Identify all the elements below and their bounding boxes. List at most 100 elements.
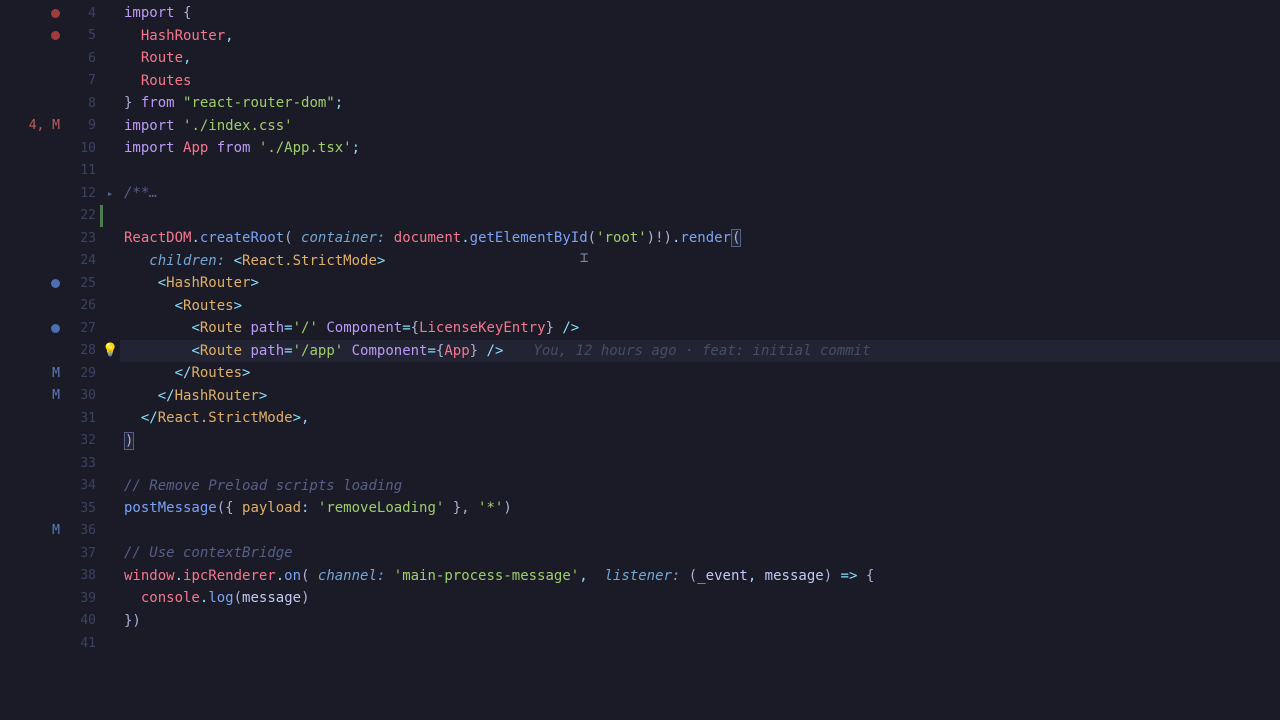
- gutter-row[interactable]: 5: [0, 25, 120, 48]
- code-token: )!: [647, 230, 664, 246]
- code-token: container:: [293, 230, 394, 246]
- code-line[interactable]: postMessage({ payload: 'removeLoading' }…: [120, 497, 1280, 520]
- code-line[interactable]: // Use contextBridge: [120, 542, 1280, 565]
- gutter-row[interactable]: 39: [0, 587, 120, 610]
- gutter-row[interactable]: 12 ▸: [0, 182, 120, 205]
- gutter-row[interactable]: 35: [0, 497, 120, 520]
- code-line[interactable]: </Routes>: [120, 362, 1280, 385]
- code-line[interactable]: Route,: [120, 47, 1280, 70]
- code-line[interactable]: import App from './App.tsx';: [120, 137, 1280, 160]
- fold-column[interactable]: ▸: [100, 187, 120, 200]
- code-area[interactable]: import { HashRouter, Route, Routes} from…: [120, 0, 1280, 720]
- code-line[interactable]: [120, 160, 1280, 183]
- line-number[interactable]: 37: [68, 546, 100, 561]
- code-line[interactable]: HashRouter,: [120, 25, 1280, 48]
- code-editor[interactable]: 456784, M9101112▸22232425262728▶M29M3031…: [0, 0, 1280, 720]
- gutter-row[interactable]: 32: [0, 430, 120, 453]
- line-number[interactable]: 26: [68, 298, 100, 313]
- line-number[interactable]: 22: [68, 208, 100, 223]
- gutter-row[interactable]: 24: [0, 250, 120, 273]
- code-line[interactable]: }): [120, 610, 1280, 633]
- lightbulb-icon[interactable]: 💡: [102, 343, 118, 358]
- gutter-row[interactable]: 22: [0, 205, 120, 228]
- line-number[interactable]: 40: [68, 613, 100, 628]
- gutter-row[interactable]: M36: [0, 520, 120, 543]
- line-number[interactable]: 32: [68, 433, 100, 448]
- gutter-row[interactable]: 33: [0, 452, 120, 475]
- code-token: from: [217, 140, 259, 156]
- line-number[interactable]: 34: [68, 478, 100, 493]
- gutter-row[interactable]: 26: [0, 295, 120, 318]
- line-number[interactable]: 28: [68, 343, 100, 358]
- line-number[interactable]: 5: [68, 28, 100, 43]
- code-line[interactable]: [120, 205, 1280, 228]
- line-number[interactable]: 11: [68, 163, 100, 178]
- code-line[interactable]: children: <React.StrictMode>: [120, 250, 1280, 273]
- error-dot-icon: [51, 31, 60, 40]
- code-line[interactable]: // Remove Preload scripts loading: [120, 475, 1280, 498]
- line-number[interactable]: 10: [68, 141, 100, 156]
- code-line[interactable]: /**…: [120, 182, 1280, 205]
- gutter-row[interactable]: 34: [0, 475, 120, 498]
- gutter-row[interactable]: 6: [0, 47, 120, 70]
- line-number[interactable]: 41: [68, 636, 100, 651]
- code-line[interactable]: import {: [120, 2, 1280, 25]
- line-number[interactable]: 24: [68, 253, 100, 268]
- line-number[interactable]: 9: [68, 118, 100, 133]
- line-number[interactable]: 33: [68, 456, 100, 471]
- line-number[interactable]: 36: [68, 523, 100, 538]
- gutter-row[interactable]: 11: [0, 160, 120, 183]
- line-number[interactable]: 23: [68, 231, 100, 246]
- gutter-row[interactable]: 27: [0, 317, 120, 340]
- code-token: [124, 365, 175, 381]
- line-number[interactable]: 29: [68, 366, 100, 381]
- line-number[interactable]: 7: [68, 73, 100, 88]
- code-line[interactable]: [120, 520, 1280, 543]
- code-line[interactable]: [120, 632, 1280, 655]
- gutter-row[interactable]: 41: [0, 632, 120, 655]
- gutter-row[interactable]: 23: [0, 227, 120, 250]
- code-token: App: [444, 343, 469, 359]
- line-number[interactable]: 35: [68, 501, 100, 516]
- line-number[interactable]: 30: [68, 388, 100, 403]
- code-token: [124, 275, 158, 291]
- code-line[interactable]: } from "react-router-dom";: [120, 92, 1280, 115]
- gutter-row[interactable]: M30: [0, 385, 120, 408]
- gutter-row[interactable]: 4, M9: [0, 115, 120, 138]
- code-line[interactable]: ReactDOM.createRoot( container: document…: [120, 227, 1280, 250]
- gutter-row[interactable]: 4: [0, 2, 120, 25]
- gutter-row[interactable]: 25: [0, 272, 120, 295]
- code-line[interactable]: <HashRouter>: [120, 272, 1280, 295]
- code-line[interactable]: [120, 452, 1280, 475]
- code-line[interactable]: console.log(message): [120, 587, 1280, 610]
- code-line[interactable]: ): [120, 430, 1280, 453]
- gutter-row[interactable]: 10: [0, 137, 120, 160]
- code-line[interactable]: </HashRouter>: [120, 385, 1280, 408]
- line-number[interactable]: 27: [68, 321, 100, 336]
- gutter-row[interactable]: 37: [0, 542, 120, 565]
- code-line[interactable]: window.ipcRenderer.on( channel: 'main-pr…: [120, 565, 1280, 588]
- code-line[interactable]: import './index.css': [120, 115, 1280, 138]
- line-number[interactable]: 6: [68, 51, 100, 66]
- line-number[interactable]: 39: [68, 591, 100, 606]
- gutter-row[interactable]: M29: [0, 362, 120, 385]
- gutter-row[interactable]: 31: [0, 407, 120, 430]
- gutter-row[interactable]: 8: [0, 92, 120, 115]
- line-number[interactable]: 12: [68, 186, 100, 201]
- line-number[interactable]: 38: [68, 568, 100, 583]
- code-line[interactable]: <Routes>: [120, 295, 1280, 318]
- gutter-row[interactable]: 40: [0, 610, 120, 633]
- code-line[interactable]: Routes: [120, 70, 1280, 93]
- code-line[interactable]: <Route path='/' Component={LicenseKeyEnt…: [120, 317, 1280, 340]
- code-token: './index.css': [183, 118, 293, 134]
- fold-chevron-icon[interactable]: ▸: [107, 187, 114, 200]
- code-line[interactable]: 💡 <Route path='/app' Component={App} />Y…: [120, 340, 1280, 363]
- code-line[interactable]: </React.StrictMode>,: [120, 407, 1280, 430]
- gutter-row[interactable]: 7: [0, 70, 120, 93]
- gutter-row[interactable]: 38: [0, 565, 120, 588]
- line-number[interactable]: 8: [68, 96, 100, 111]
- line-number[interactable]: 31: [68, 411, 100, 426]
- line-number[interactable]: 4: [68, 6, 100, 21]
- line-number[interactable]: 25: [68, 276, 100, 291]
- code-token: >: [242, 365, 250, 381]
